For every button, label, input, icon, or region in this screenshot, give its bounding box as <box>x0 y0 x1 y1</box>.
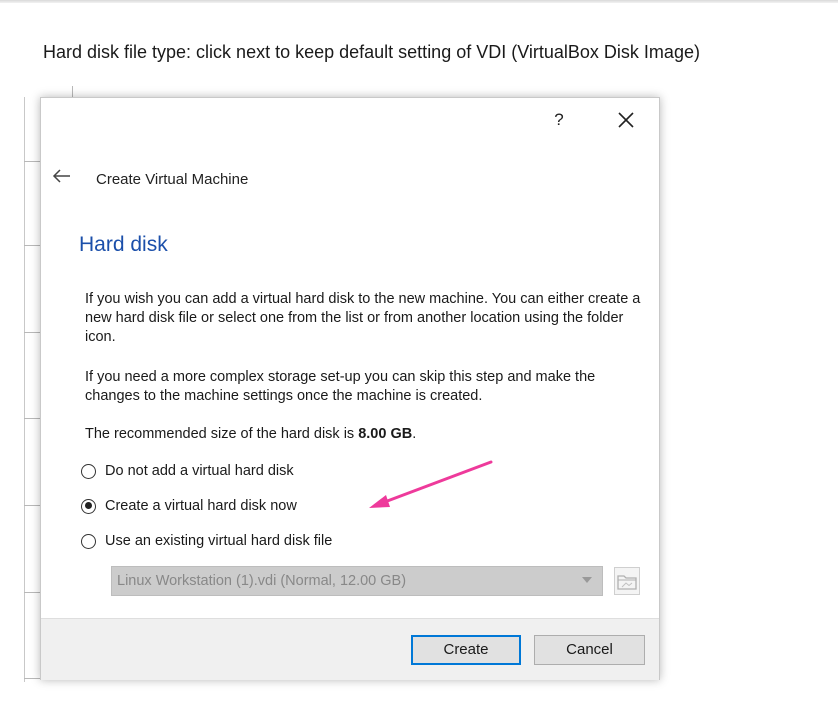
choose-disk-file-button[interactable] <box>614 567 640 595</box>
recommended-size-prefix: The recommended size of the hard disk is <box>85 426 359 442</box>
close-icon <box>618 112 634 128</box>
recommended-size-text: The recommended size of the hard disk is… <box>85 425 645 444</box>
recommended-size-suffix: . <box>412 426 417 442</box>
page: Hard disk file type: click next to keep … <box>0 0 838 725</box>
background-window-tick <box>24 161 40 162</box>
folder-icon <box>617 575 637 590</box>
arrow-left-icon <box>52 169 70 183</box>
radio-button[interactable] <box>81 533 96 549</box>
background-window-tick <box>24 592 40 593</box>
background-window-tick <box>24 245 40 246</box>
radio-button[interactable] <box>81 463 96 479</box>
existing-disk-select-value: Linux Workstation (1).vdi (Normal, 12.00… <box>117 573 407 589</box>
back-button[interactable] <box>51 168 73 184</box>
radio-label: Create a virtual hard disk now <box>105 498 297 514</box>
instruction-caption: Hard disk file type: click next to keep … <box>43 42 700 62</box>
create-vm-dialog: ? Create Virtual Machine Hard disk If yo… <box>40 97 660 680</box>
radio-no-disk[interactable]: Do not add a virtual hard disk <box>81 460 294 482</box>
close-button[interactable] <box>614 108 638 132</box>
description-paragraph-2: If you need a more complex storage set-u… <box>85 369 596 404</box>
dialog-title: Create Virtual Machine <box>96 171 249 188</box>
existing-disk-select[interactable]: Linux Workstation (1).vdi (Normal, 12.00… <box>111 566 603 596</box>
recommended-size-value: 8.00 GB <box>358 426 413 442</box>
background-window-tick <box>24 505 40 506</box>
description-paragraph-1: If you wish you can add a virtual hard d… <box>85 291 641 345</box>
help-button[interactable]: ? <box>549 108 569 132</box>
background-window-tick <box>24 678 40 679</box>
radio-label: Use an existing virtual hard disk file <box>105 533 333 549</box>
section-title: Hard disk <box>79 233 168 256</box>
background-window-tick <box>24 418 40 419</box>
dialog-footer: Create Cancel <box>41 618 659 680</box>
background-window-tick <box>24 332 40 333</box>
cancel-button[interactable]: Cancel <box>534 635 645 665</box>
radio-button[interactable] <box>81 498 96 514</box>
top-divider <box>0 0 838 3</box>
background-window-edge <box>24 97 25 682</box>
radio-label: Do not add a virtual hard disk <box>105 463 294 479</box>
chevron-down-icon <box>582 577 592 583</box>
radio-existing-disk[interactable]: Use an existing virtual hard disk file <box>81 530 332 552</box>
create-button[interactable]: Create <box>411 635 521 665</box>
radio-create-disk[interactable]: Create a virtual hard disk now <box>81 495 297 517</box>
